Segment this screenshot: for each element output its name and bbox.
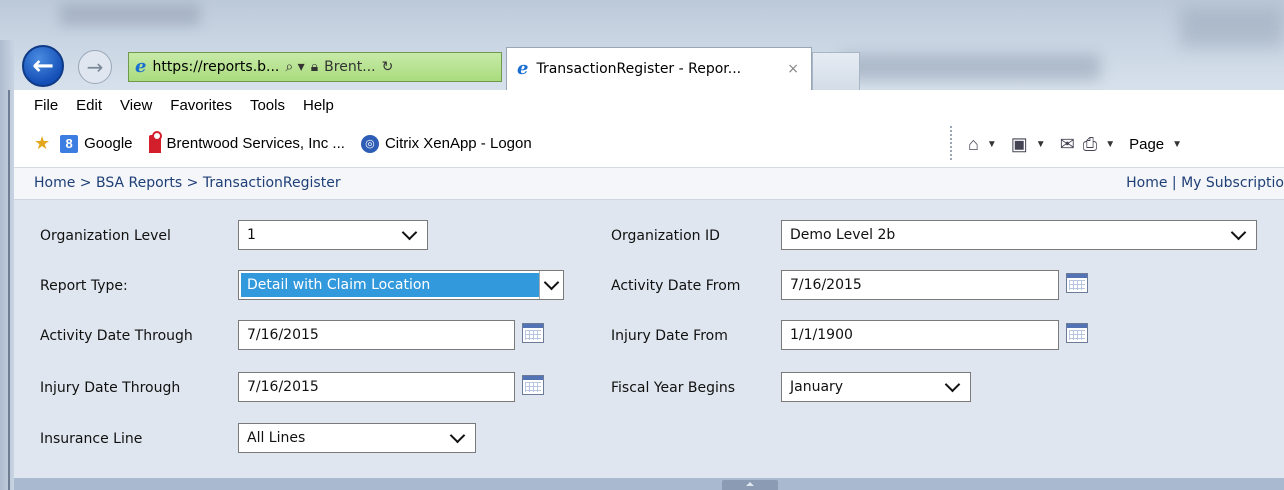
tab-transaction-register[interactable]: e TransactionRegister - Repor... × (506, 47, 812, 90)
menu-tools[interactable]: Tools (250, 97, 285, 114)
background-window-blur (60, 4, 200, 26)
google-icon: 8 (60, 134, 79, 153)
breadcrumb-bar: Home > BSA Reports > TransactionRegister… (14, 168, 1284, 200)
calendar-icon[interactable] (522, 323, 544, 343)
report-type-label: Report Type: (40, 278, 128, 294)
header-links[interactable]: Home | My Subscriptio (1126, 175, 1284, 191)
forward-button[interactable]: → (78, 50, 112, 84)
activity-from-input[interactable]: 7/16/2015 (781, 270, 1059, 300)
print-icon[interactable]: ⎙ (1083, 134, 1097, 155)
feeds-icon[interactable]: ▣ (1011, 134, 1028, 155)
favorite-citrix-label: Citrix XenApp - Logon (384, 135, 532, 152)
address-site-name: Brent... (324, 59, 376, 75)
chevron-down-icon (403, 227, 417, 241)
favorite-google-label: Google (84, 135, 133, 152)
menu-edit[interactable]: Edit (76, 97, 102, 114)
mail-icon[interactable]: ✉ (1060, 134, 1075, 155)
org-level-select[interactable]: 1 (238, 220, 428, 250)
fiscal-year-value: January (790, 379, 844, 395)
page-menu[interactable]: Page (1129, 136, 1164, 153)
back-arrow-icon: ← (32, 51, 54, 81)
collapse-parameters-handle[interactable] (722, 480, 778, 490)
window-left-edge (8, 90, 10, 490)
menu-help[interactable]: Help (303, 97, 334, 114)
refresh-icon[interactable]: ↻ (382, 59, 394, 75)
forward-arrow-icon: → (86, 55, 104, 79)
fiscal-year-label: Fiscal Year Begins (611, 380, 736, 396)
activity-from-label: Activity Date From (611, 278, 741, 294)
chevron-down-icon (539, 271, 563, 299)
chevron-down-icon (451, 430, 465, 444)
injury-through-input[interactable]: 7/16/2015 (238, 372, 515, 402)
menu-view[interactable]: View (120, 97, 152, 114)
calendar-icon[interactable] (522, 375, 544, 395)
command-bar-divider (950, 126, 953, 160)
favorite-google[interactable]: 8 Google (60, 134, 133, 153)
activity-through-input[interactable]: 7/16/2015 (238, 320, 515, 350)
chevron-down-icon[interactable]: ▼ (1105, 139, 1115, 150)
command-bar: ⌂ ▼ ▣ ▼ ✉ ⎙ ▼ Page ▼ (968, 120, 1188, 168)
tab-title: TransactionRegister - Repor... (536, 61, 742, 77)
ie-icon: e (135, 56, 147, 77)
org-level-label: Organization Level (40, 228, 171, 244)
ie-icon: e (517, 58, 529, 79)
close-tab-icon[interactable]: × (787, 61, 799, 77)
background-window-blur (840, 54, 1100, 80)
org-id-select[interactable]: Demo Level 2b (781, 220, 1257, 250)
report-toolbar-strip (14, 478, 1284, 490)
menu-bar: File Edit View Favorites Tools Help (14, 90, 1284, 120)
insurance-line-label: Insurance Line (40, 431, 143, 447)
insurance-line-select[interactable]: All Lines (238, 423, 476, 453)
favorite-brentwood-label: Brentwood Services, Inc ... (166, 135, 345, 152)
org-level-value: 1 (247, 227, 256, 243)
menu-favorites[interactable]: Favorites (170, 97, 232, 114)
favorite-citrix[interactable]: ◎ Citrix XenApp - Logon (360, 134, 532, 153)
insurance-line-value: All Lines (247, 430, 306, 446)
activity-through-label: Activity Date Through (40, 328, 193, 344)
lock-icon[interactable]: 🔒︎ (311, 59, 318, 75)
injury-from-label: Injury Date From (611, 328, 728, 344)
org-id-label: Organization ID (611, 228, 720, 244)
report-type-select[interactable]: Detail with Claim Location (238, 270, 564, 300)
menu-file[interactable]: File (34, 97, 58, 114)
fiscal-year-select[interactable]: January (781, 372, 971, 402)
chevron-down-icon[interactable]: ▼ (1036, 139, 1046, 150)
citrix-icon: ◎ (360, 134, 379, 153)
chevron-down-icon[interactable]: ▼ (987, 139, 997, 150)
injury-from-input[interactable]: 1/1/1900 (781, 320, 1059, 350)
address-bar[interactable]: e https://reports.b... ⌕ ▾ 🔒︎ Brent... ↻ (128, 52, 502, 82)
calendar-icon[interactable] (1066, 273, 1088, 293)
breadcrumb[interactable]: Home > BSA Reports > TransactionRegister (34, 175, 341, 191)
back-button[interactable]: ← (22, 45, 64, 87)
chevron-down-icon (1232, 227, 1246, 241)
favorite-brentwood[interactable]: Brentwood Services, Inc ... (148, 130, 345, 153)
org-id-value: Demo Level 2b (790, 227, 896, 243)
favorites-star-icon[interactable]: ★ (34, 133, 50, 154)
chevron-down-icon[interactable]: ▼ (1172, 139, 1182, 150)
chevron-down-icon (946, 379, 960, 393)
calendar-icon[interactable] (1066, 323, 1088, 343)
report-type-value: Detail with Claim Location (241, 273, 539, 297)
background-window-blur (1180, 8, 1284, 48)
home-icon[interactable]: ⌂ (968, 134, 979, 155)
window-left-border (0, 40, 14, 490)
injury-through-label: Injury Date Through (40, 380, 181, 396)
new-tab-button[interactable] (812, 52, 860, 90)
brentwood-icon (148, 130, 162, 153)
search-icon[interactable]: ⌕ ▾ (285, 59, 304, 75)
address-url[interactable]: https://reports.b... (152, 59, 279, 75)
